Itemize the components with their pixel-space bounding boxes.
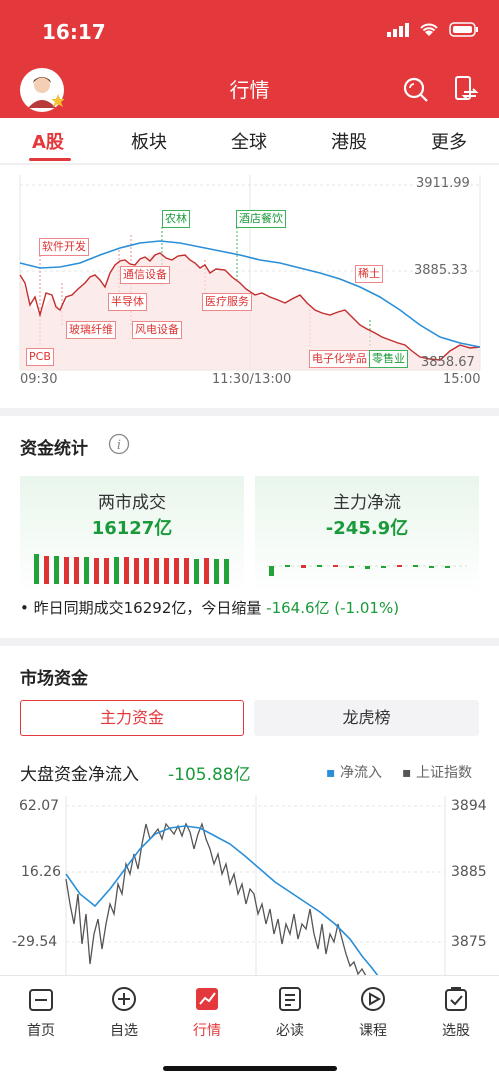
- battery-icon: [449, 22, 478, 37]
- sector-tag[interactable]: 农林: [162, 210, 190, 228]
- flow-title: 大盘资金净流入: [20, 765, 139, 785]
- note-amount: 16292亿: [123, 599, 187, 617]
- x-tick-end: 15:00: [443, 372, 481, 387]
- main-flow-bars: [267, 565, 467, 576]
- right-tick: 3875: [451, 934, 487, 950]
- sector-tag[interactable]: 电子化学品: [309, 350, 370, 368]
- left-tick: -29.54: [12, 934, 58, 950]
- right-tick: 3894: [451, 798, 487, 814]
- phone-switch-icon[interactable]: [450, 74, 480, 104]
- wifi-icon: [420, 23, 438, 36]
- turnover-value: 16127亿: [91, 518, 173, 539]
- y-tick-bottom: 3858.67: [421, 355, 475, 370]
- sector-tag[interactable]: 风电设备: [132, 321, 182, 339]
- sector-tag[interactable]: 医疗服务: [202, 293, 252, 311]
- play-icon: [361, 987, 385, 1011]
- info-icon[interactable]: i: [108, 433, 130, 455]
- note-mid: ，今日缩量: [186, 599, 262, 617]
- sector-tag[interactable]: 玻璃纤维: [66, 321, 116, 339]
- sector-tag[interactable]: 通信设备: [120, 266, 170, 284]
- fund-flow-chart: [65, 796, 446, 976]
- plus-circle-icon: [112, 987, 136, 1011]
- market-tabs: A股 板块 全球 港股 更多: [0, 118, 499, 164]
- nav-courses[interactable]: 课程: [343, 984, 403, 1040]
- sector-tag[interactable]: 软件开发: [39, 238, 89, 256]
- signal-icon: [387, 22, 409, 37]
- sector-tag[interactable]: PCB: [26, 348, 54, 366]
- y-tick-top: 3911.99: [416, 176, 470, 191]
- nav-home[interactable]: 首页: [11, 984, 71, 1040]
- nav-watchlist[interactable]: 自选: [94, 984, 154, 1040]
- fund-stats-panel: 资金统计 i 两市成交 16127亿 主力净流 -245.9亿 • 昨日同期成交…: [0, 416, 499, 638]
- x-tick-start: 09:30: [20, 372, 58, 387]
- nav-market[interactable]: 行情: [177, 984, 237, 1040]
- checklist-icon: [445, 987, 467, 1011]
- nav-label: 首页: [27, 1023, 55, 1039]
- right-tick: 3885: [451, 864, 487, 880]
- svg-text:i: i: [117, 438, 121, 453]
- nav-label: 自选: [110, 1023, 138, 1039]
- nav-must-read[interactable]: 必读: [260, 984, 320, 1040]
- main-flow-title: 主力净流: [333, 493, 401, 513]
- sector-tag[interactable]: 稀土: [355, 265, 383, 283]
- nav-label: 课程: [359, 1023, 387, 1039]
- left-tick: 62.07: [19, 798, 60, 814]
- turnover-title: 两市成交: [98, 493, 166, 513]
- turnover-bars: [34, 554, 229, 584]
- market-funds-panel: 市场资金 主力资金 龙虎榜 大盘资金净流入 -105.88亿 ▪ 净流入 ▪ 上…: [0, 646, 499, 976]
- y-tick-mid: 3885.33: [414, 263, 468, 278]
- legend-index: ▪ 上证指数: [402, 765, 472, 781]
- tab-a-shares[interactable]: A股: [32, 128, 64, 154]
- tab-global[interactable]: 全球: [231, 128, 267, 154]
- sector-tag[interactable]: 酒店餐饮: [236, 210, 286, 228]
- tab-sectors[interactable]: 板块: [131, 128, 167, 154]
- search-icon[interactable]: [400, 74, 430, 104]
- sector-tag[interactable]: 半导体: [108, 293, 147, 311]
- market-chart-icon: [196, 988, 218, 1010]
- flow-value: -105.88亿: [168, 765, 251, 785]
- status-time: 16:17: [42, 20, 106, 44]
- index-chart-panel[interactable]: 3911.99 3885.33 3858.67 09:30 11:30/13:0…: [0, 165, 499, 408]
- home-indicator: [163, 1066, 337, 1071]
- section-title: 市场资金: [20, 669, 88, 689]
- document-icon: [279, 987, 301, 1011]
- main-flow-value: -245.9亿: [325, 518, 409, 539]
- tab-underline: [29, 158, 71, 161]
- nav-stock-picker[interactable]: 选股: [426, 984, 486, 1040]
- tab-more[interactable]: 更多: [431, 128, 467, 154]
- home-icon: [29, 989, 53, 1011]
- x-tick-mid: 11:30/13:00: [212, 372, 292, 387]
- tab-main-funds[interactable]: 主力资金: [20, 700, 244, 736]
- bottom-nav: 首页 自选 行情 必读 课程 选股: [0, 975, 499, 1080]
- section-title: 资金统计: [20, 439, 88, 459]
- tab-dragon-tiger[interactable]: 龙虎榜: [254, 700, 479, 736]
- turnover-note: • 昨日同期成交16292亿，今日缩量 -164.6亿 (-1.01%): [20, 599, 400, 617]
- sector-tag[interactable]: 零售业: [369, 350, 408, 368]
- turnover-card[interactable]: 两市成交 16127亿: [20, 476, 244, 594]
- main-flow-card[interactable]: 主力净流 -245.9亿: [255, 476, 479, 594]
- top-bar: 16:17 行情: [0, 0, 499, 118]
- note-prefix: 昨日同期成交: [33, 599, 124, 617]
- tab-hk-shares[interactable]: 港股: [331, 128, 367, 154]
- nav-label: 行情: [193, 1023, 221, 1039]
- status-icons: [387, 22, 479, 37]
- legend-net-inflow: ▪ 净流入: [326, 765, 382, 781]
- nav-label: 选股: [442, 1023, 470, 1039]
- note-change: -164.6亿 (-1.01%): [266, 599, 400, 617]
- left-tick: 16.26: [21, 864, 62, 880]
- nav-label: 必读: [276, 1023, 304, 1039]
